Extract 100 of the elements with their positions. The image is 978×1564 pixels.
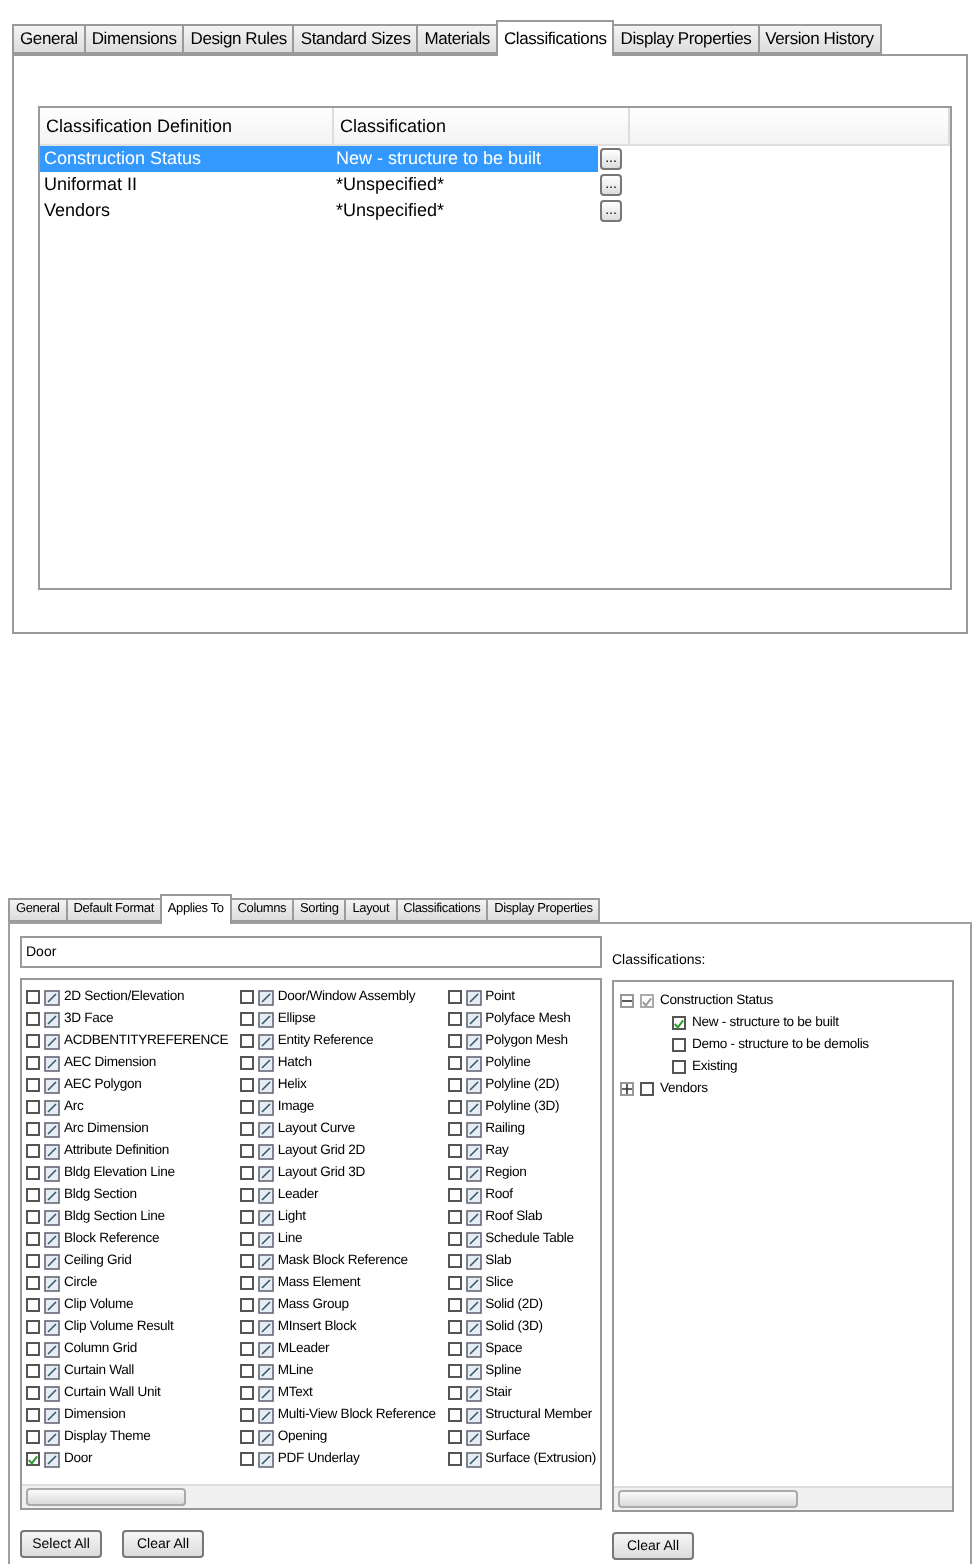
checkbox[interactable] (447, 1122, 462, 1136)
tab[interactable]: Classifications (495, 20, 615, 56)
table-cell[interactable]: Vendors (40, 198, 332, 224)
object-icon (465, 1077, 482, 1093)
checkbox[interactable] (239, 1100, 254, 1114)
checkbox[interactable] (26, 1386, 40, 1400)
checkbox[interactable] (239, 1298, 254, 1312)
checkbox[interactable] (26, 1276, 40, 1290)
checkbox[interactable] (26, 1232, 40, 1246)
tab[interactable]: Design Rules (182, 24, 295, 54)
table-cell[interactable]: *Unspecified* (332, 198, 598, 224)
checkbox[interactable] (239, 1408, 254, 1422)
tab[interactable]: Standard Sizes (292, 24, 419, 54)
tab[interactable]: Dimensions (83, 24, 185, 54)
column-header[interactable]: Classification (334, 108, 630, 144)
object-icon (44, 1407, 60, 1423)
tree-checkbox[interactable] (672, 1038, 686, 1052)
collapse-toggle[interactable] (620, 994, 634, 1008)
object-icon (257, 1143, 274, 1159)
checkbox[interactable] (239, 1166, 254, 1180)
checkbox[interactable] (447, 1100, 462, 1114)
checkbox[interactable] (447, 1232, 462, 1246)
checkbox[interactable] (447, 1056, 462, 1070)
checkbox[interactable] (447, 1144, 462, 1158)
object-icon (44, 1121, 60, 1137)
checkbox[interactable] (26, 1012, 40, 1026)
tab[interactable]: Version History (757, 24, 882, 54)
checkbox[interactable] (26, 1056, 40, 1070)
object-icon (465, 1319, 482, 1335)
checkbox[interactable] (239, 1386, 254, 1400)
checkbox[interactable] (26, 1122, 40, 1136)
checkbox[interactable] (26, 1254, 40, 1268)
checkbox[interactable] (447, 1298, 462, 1312)
checkbox[interactable] (239, 1232, 254, 1246)
checkbox[interactable] (239, 1144, 254, 1158)
checkbox[interactable] (26, 1100, 40, 1114)
checkbox[interactable] (447, 1452, 462, 1466)
tab[interactable]: Display Properties (612, 24, 760, 54)
checkbox[interactable] (447, 990, 462, 1004)
table-cell[interactable]: Uniformat II (40, 172, 332, 198)
checkbox[interactable] (239, 990, 254, 1004)
checkbox[interactable] (26, 1430, 40, 1444)
tree-checkbox[interactable] (672, 1016, 686, 1030)
horizontal-scrollbar[interactable] (22, 1484, 600, 1508)
checkbox[interactable] (447, 1012, 462, 1026)
checkbox[interactable] (26, 990, 40, 1004)
checkbox[interactable] (447, 1276, 462, 1290)
checkbox[interactable] (447, 1210, 462, 1224)
checkbox[interactable] (26, 1364, 40, 1378)
checkbox[interactable] (447, 1034, 462, 1048)
checkbox[interactable] (447, 1254, 462, 1268)
checkbox[interactable] (239, 1012, 254, 1026)
checkbox[interactable] (447, 1386, 462, 1400)
tab[interactable]: General (12, 24, 86, 54)
tree-checkbox[interactable] (672, 1060, 686, 1074)
checkbox[interactable] (239, 1452, 254, 1466)
checkbox[interactable] (239, 1056, 254, 1070)
checkbox[interactable] (447, 1078, 462, 1092)
checkbox[interactable] (239, 1364, 254, 1378)
checkbox[interactable] (26, 1144, 40, 1158)
object-icon (257, 1209, 274, 1225)
checkbox[interactable] (239, 1078, 254, 1092)
object-icon (465, 1165, 482, 1181)
checkbox[interactable] (447, 1166, 462, 1180)
table-cell[interactable]: *Unspecified* (332, 172, 598, 198)
tree-checkbox[interactable] (640, 994, 654, 1008)
checkbox[interactable] (447, 1408, 462, 1422)
checkbox[interactable] (26, 1210, 40, 1224)
object-icon (465, 1297, 482, 1313)
checkbox[interactable] (239, 1034, 254, 1048)
checkbox[interactable] (447, 1320, 462, 1334)
checkbox[interactable] (26, 1452, 40, 1466)
horizontal-scrollbar[interactable] (614, 1486, 952, 1510)
column-header[interactable]: Classification Definition (40, 108, 334, 144)
object-icon (465, 989, 482, 1005)
checkbox[interactable] (239, 1430, 254, 1444)
checkbox[interactable] (26, 1188, 40, 1202)
expand-toggle[interactable] (620, 1082, 634, 1096)
checkbox[interactable] (239, 1188, 254, 1202)
checkbox[interactable] (239, 1320, 254, 1334)
checkbox[interactable] (26, 1408, 40, 1422)
tree-checkbox[interactable] (640, 1082, 654, 1096)
checkbox[interactable] (239, 1210, 254, 1224)
checkbox[interactable] (447, 1430, 462, 1444)
checkbox[interactable] (26, 1320, 40, 1334)
checkbox[interactable] (447, 1364, 462, 1378)
checkbox[interactable] (26, 1342, 40, 1356)
checkbox[interactable] (239, 1254, 254, 1268)
checkbox[interactable] (26, 1078, 40, 1092)
checkbox[interactable] (447, 1188, 462, 1202)
checkbox[interactable] (26, 1298, 40, 1312)
object-icon (44, 989, 60, 1005)
checkbox[interactable] (239, 1122, 254, 1136)
checkbox[interactable] (239, 1342, 254, 1356)
object-icon (44, 1429, 60, 1445)
checkbox[interactable] (26, 1166, 40, 1180)
checkbox[interactable] (26, 1034, 40, 1048)
checkbox[interactable] (239, 1276, 254, 1290)
checkbox[interactable] (447, 1342, 462, 1356)
tab[interactable]: Materials (416, 24, 498, 54)
